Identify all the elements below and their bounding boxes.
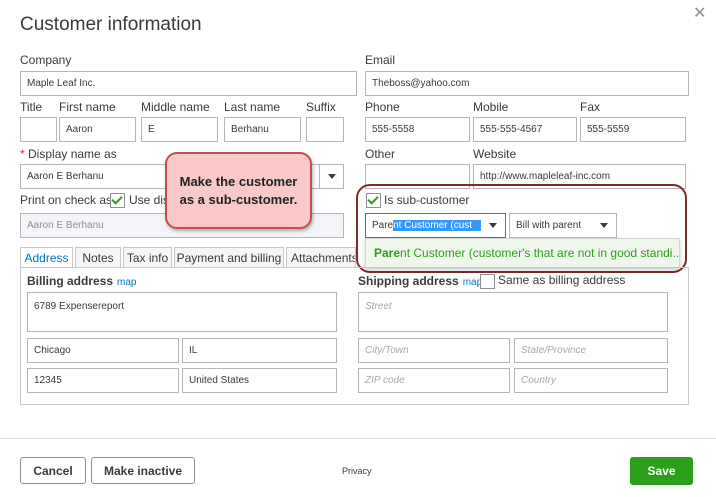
billing-zip-input[interactable]: 12345	[27, 368, 179, 393]
tab-payment-billing[interactable]: Payment and billing	[174, 247, 284, 268]
shipping-address-label: Shipping address map	[358, 274, 482, 288]
first-name-input[interactable]: Aaron	[59, 117, 136, 142]
same-as-billing-label: Same as billing address	[498, 273, 626, 287]
last-name-input[interactable]: Berhanu	[224, 117, 301, 142]
required-asterisk: *	[20, 147, 25, 161]
billing-address-text: Billing address	[27, 274, 114, 288]
phone-label: Phone	[365, 100, 400, 114]
shipping-state-placeholder: State/Province	[521, 345, 587, 356]
use-display-checkbox[interactable]	[110, 193, 125, 208]
bill-with-value: Bill with parent	[516, 220, 582, 231]
mobile-label: Mobile	[473, 100, 509, 114]
email-input[interactable]: Theboss@yahoo.com	[365, 71, 689, 96]
company-label: Company	[20, 53, 72, 67]
caret-down-icon	[489, 223, 497, 228]
parent-typed-text: Pare	[372, 220, 394, 231]
billing-country-input[interactable]: United States	[182, 368, 337, 393]
tab-tax-info[interactable]: Tax info	[123, 247, 172, 268]
shipping-state-input[interactable]: State/Province	[514, 338, 668, 363]
display-name-dropdown[interactable]	[319, 165, 343, 188]
suffix-input[interactable]	[306, 117, 344, 142]
use-display-label: Use dis	[129, 193, 170, 207]
billing-street-input[interactable]: 6789 Expensereport	[27, 292, 337, 332]
title-input[interactable]	[20, 117, 57, 142]
suffix-label: Suffix	[306, 100, 336, 114]
email-label: Email	[365, 53, 396, 67]
shipping-country-placeholder: Country	[521, 375, 557, 386]
display-name-label: * Display name as	[20, 147, 117, 161]
shipping-street-placeholder: Street	[365, 301, 392, 312]
phone-input[interactable]: 555-5558	[365, 117, 470, 142]
cancel-button[interactable]: Cancel	[20, 457, 86, 484]
make-inactive-button[interactable]: Make inactive	[91, 457, 195, 484]
billing-city-input[interactable]: Chicago	[27, 338, 179, 363]
instruction-callout: Make the customer as a sub-customer.	[165, 152, 312, 229]
callout-text: Make the customer as a sub-customer.	[179, 173, 298, 207]
tab-address[interactable]: Address	[20, 247, 73, 268]
mobile-input[interactable]: 555-555-4567	[473, 117, 577, 142]
subcustomer-checkbox[interactable]	[366, 193, 381, 208]
parent-customer-select[interactable]: Pare nt Customer (cust	[365, 213, 506, 238]
check-icon	[367, 193, 379, 205]
first-name-label: First name	[59, 100, 116, 114]
billing-address-label: Billing address map	[27, 274, 136, 288]
caret-down-icon	[327, 174, 336, 179]
caret-down-icon	[600, 223, 608, 228]
footer-divider	[0, 438, 716, 439]
fax-label: Fax	[580, 100, 601, 114]
shipping-zip-input[interactable]: ZIP code	[358, 368, 510, 393]
billing-state-input[interactable]: IL	[182, 338, 337, 363]
parent-dropdown[interactable]	[481, 214, 505, 237]
save-button[interactable]: Save	[630, 457, 693, 485]
billing-street-value: 6789 Expensereport	[34, 301, 125, 312]
middle-name-input[interactable]: E	[141, 117, 218, 142]
shipping-city-input[interactable]: City/Town	[358, 338, 510, 363]
bill-with-select[interactable]: Bill with parent	[509, 213, 617, 238]
same-as-billing-checkbox[interactable]	[480, 274, 495, 289]
close-icon[interactable]: ✕	[693, 3, 706, 23]
privacy-link[interactable]: Privacy	[342, 466, 372, 476]
shipping-zip-placeholder: ZIP code	[365, 375, 405, 386]
tab-notes[interactable]: Notes	[75, 247, 121, 268]
shipping-address-text: Shipping address	[358, 274, 459, 288]
website-label: Website	[473, 147, 517, 161]
parent-option-rest: nt Customer (customer's that are not in …	[400, 246, 680, 260]
parent-selected-text: nt Customer (cust	[393, 220, 481, 231]
middle-name-label: Middle name	[141, 100, 210, 114]
last-name-label: Last name	[224, 100, 281, 114]
shipping-country-input[interactable]: Country	[514, 368, 668, 393]
parent-option-match: Pare	[374, 246, 401, 260]
dialog-title: Customer information	[20, 14, 202, 35]
parent-option[interactable]: Pare nt Customer (customer's that are no…	[365, 238, 680, 268]
subcustomer-label: Is sub-customer	[384, 193, 470, 207]
company-input[interactable]: Maple Leaf Inc.	[20, 71, 357, 96]
fax-input[interactable]: 555-5559	[580, 117, 686, 142]
shipping-city-placeholder: City/Town	[365, 345, 409, 356]
tab-attachments[interactable]: Attachments	[286, 247, 356, 268]
other-label: Other	[365, 147, 396, 161]
title-label: Title	[20, 100, 43, 114]
check-icon	[111, 193, 123, 205]
shipping-street-input[interactable]: Street	[358, 292, 668, 332]
bill-with-dropdown[interactable]	[592, 214, 616, 237]
billing-map-link[interactable]: map	[117, 277, 136, 288]
print-check-label: Print on check as	[20, 193, 113, 207]
display-name-label-text: Display name as	[28, 147, 117, 161]
